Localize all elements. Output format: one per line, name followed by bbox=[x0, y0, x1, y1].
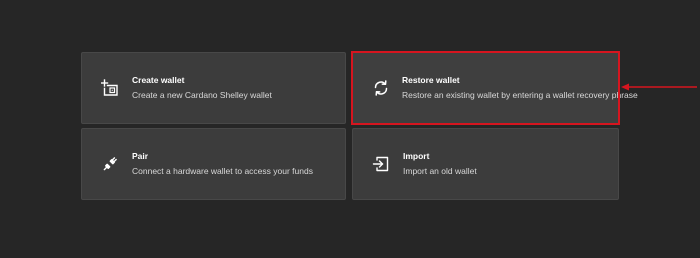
import-title: Import bbox=[403, 151, 430, 161]
restore-wallet-title: Restore wallet bbox=[402, 75, 460, 85]
plug-icon bbox=[100, 154, 120, 174]
add-wallet-icon bbox=[100, 78, 120, 98]
import-icon bbox=[371, 154, 391, 174]
pair-hardware-wallet-card[interactable]: Pair Connect a hardware wallet to access… bbox=[81, 128, 346, 200]
import-description: Import an old wallet bbox=[403, 166, 477, 176]
create-wallet-card[interactable]: Create wallet Create a new Cardano Shell… bbox=[81, 52, 346, 124]
create-wallet-title: Create wallet bbox=[132, 75, 185, 85]
restore-icon bbox=[371, 78, 391, 98]
restore-wallet-card[interactable]: Restore wallet Restore an existing walle… bbox=[352, 52, 638, 124]
import-wallet-card[interactable]: Import Import an old wallet bbox=[352, 128, 619, 200]
pair-description: Connect a hardware wallet to access your… bbox=[132, 166, 313, 176]
pair-title: Pair bbox=[132, 151, 149, 161]
restore-wallet-description: Restore an existing wallet by entering a… bbox=[402, 90, 638, 100]
create-wallet-description: Create a new Cardano Shelley wallet bbox=[132, 90, 272, 100]
